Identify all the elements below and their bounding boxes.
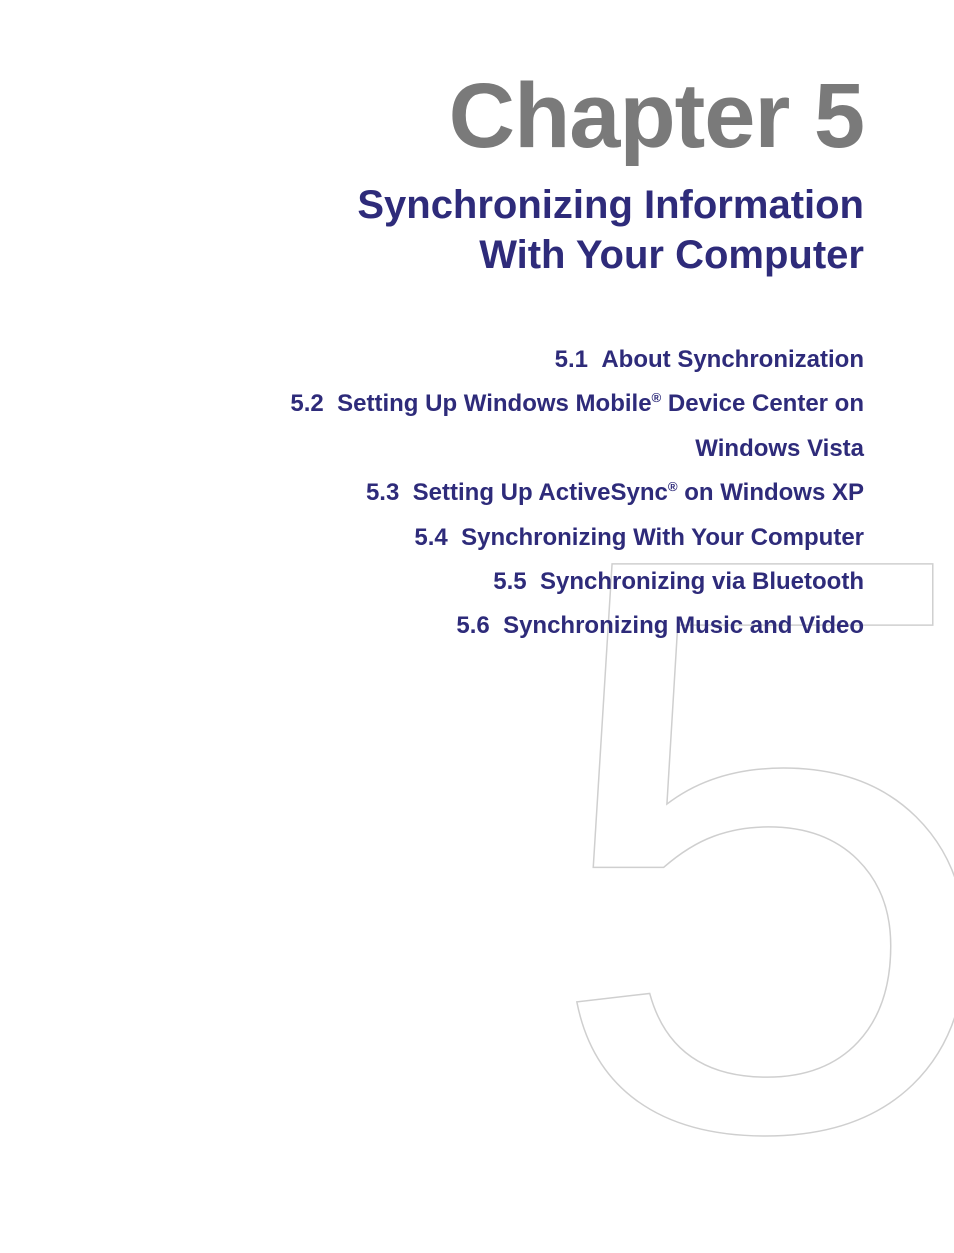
toc-num: 5.6	[456, 612, 489, 639]
toc-title-pre: Setting Up ActiveSync	[413, 479, 668, 506]
toc-item-5-3[interactable]: 5.3 Setting Up ActiveSync® on Windows XP	[90, 471, 864, 515]
toc-num: 5.4	[414, 524, 447, 551]
toc-title-line2: Windows Vista	[695, 435, 864, 462]
toc-title-post: Device Center on	[661, 390, 864, 417]
chapter-subtitle: Synchronizing Information With Your Comp…	[90, 180, 864, 280]
page-content: Chapter 5 Synchronizing Information With…	[0, 0, 954, 649]
toc-title: Synchronizing With Your Computer	[461, 524, 864, 551]
table-of-contents: 5.1 About Synchronization 5.2 Setting Up…	[90, 338, 864, 649]
toc-num: 5.2	[290, 390, 323, 417]
subtitle-line-2: With Your Computer	[479, 233, 864, 277]
registered-mark: ®	[668, 479, 678, 494]
registered-mark: ®	[652, 390, 662, 405]
toc-item-5-6[interactable]: 5.6 Synchronizing Music and Video	[90, 604, 864, 648]
toc-title: Synchronizing via Bluetooth	[540, 568, 864, 595]
toc-title: Synchronizing Music and Video	[503, 612, 864, 639]
toc-item-5-2[interactable]: 5.2 Setting Up Windows Mobile® Device Ce…	[90, 382, 864, 471]
toc-item-5-1[interactable]: 5.1 About Synchronization	[90, 338, 864, 382]
toc-title-post: on Windows XP	[678, 479, 864, 506]
toc-item-5-5[interactable]: 5.5 Synchronizing via Bluetooth	[90, 560, 864, 604]
toc-num: 5.1	[555, 346, 588, 373]
toc-title-pre: Setting Up Windows Mobile	[337, 390, 651, 417]
toc-num: 5.3	[366, 479, 399, 506]
toc-title: About Synchronization	[601, 346, 864, 373]
toc-item-5-4[interactable]: 5.4 Synchronizing With Your Computer	[90, 516, 864, 560]
chapter-heading: Chapter 5	[90, 70, 864, 162]
subtitle-line-1: Synchronizing Information	[357, 183, 864, 227]
toc-num: 5.5	[493, 568, 526, 595]
